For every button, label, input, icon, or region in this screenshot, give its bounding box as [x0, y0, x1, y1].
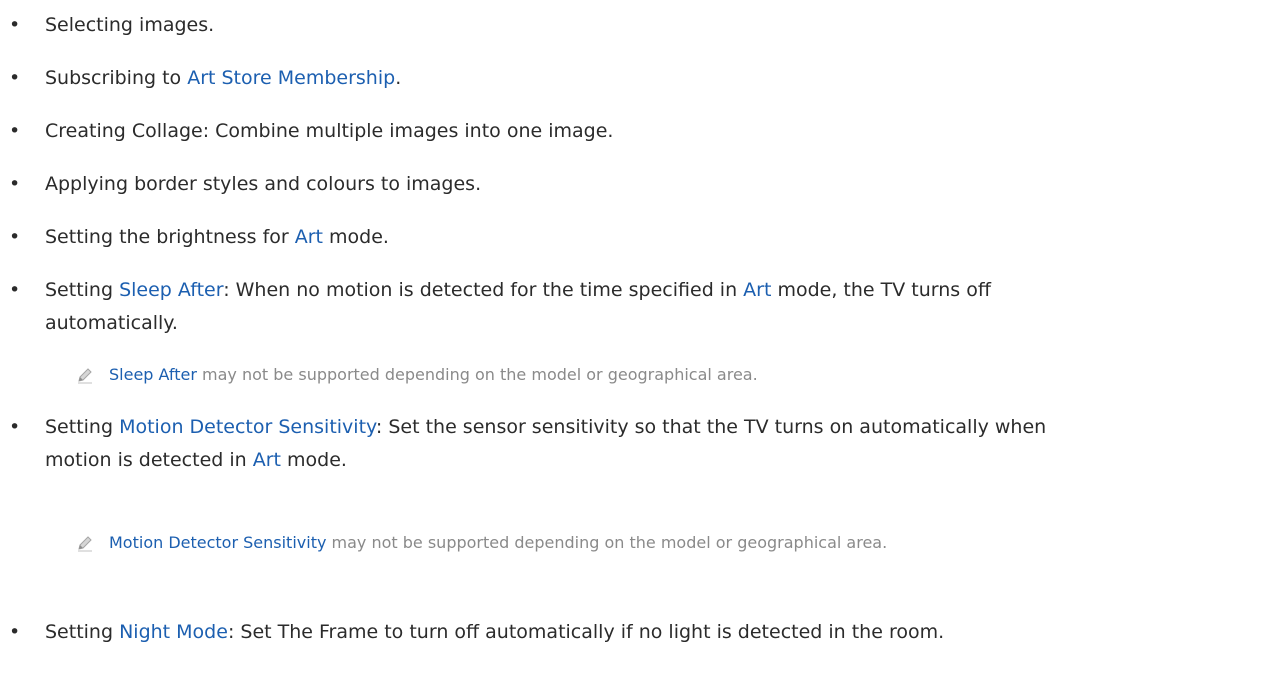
list-item-text-part: Creating Collage: Combine multiple image… [45, 120, 614, 142]
list-item-text-part: : When no motion is detected for the tim… [223, 279, 744, 301]
list-item-text: Applying border styles and colours to im… [45, 168, 1260, 201]
motion-detector-sensitivity-link[interactable]: Motion Detector Sensitivity [119, 416, 376, 438]
list-item-text: Setting Night Mode: Set The Frame to tur… [45, 616, 1260, 649]
bullet-icon: • [9, 226, 21, 248]
note-text-part: may not be supported depending on the mo… [196, 365, 758, 384]
list-item: • Creating Collage: Combine multiple ima… [0, 115, 1260, 148]
list-item: • Setting the brightness for Art mode. [0, 221, 1260, 254]
bullet-icon: • [9, 120, 21, 142]
list-item-text: Creating Collage: Combine multiple image… [45, 115, 1260, 148]
list-item-text: Selecting images. [45, 9, 1260, 42]
list-item-text-part: Selecting images. [45, 14, 215, 36]
note-text-part: may not be supported depending on the mo… [326, 533, 888, 552]
list-item-text-line2: motion is detected in Art mode. [45, 444, 1260, 477]
bullet-icon: • [9, 279, 21, 301]
list-item-text-part: Setting [45, 416, 120, 438]
list-item: • Setting Sleep After: When no motion is… [0, 274, 1260, 340]
document-page: • Selecting images. • Subscribing to Art… [0, 0, 1274, 675]
list-item-text-part: motion is detected in [45, 449, 253, 471]
list-item-text-part: Setting [45, 621, 120, 643]
list-item-text: Setting Sleep After: When no motion is d… [45, 274, 1260, 307]
sleep-after-link[interactable]: Sleep After [109, 365, 197, 384]
note: Motion Detector Sensitivity may not be s… [0, 530, 1260, 556]
art-link[interactable]: Art [295, 226, 323, 248]
list-item-text-part: : Set The Frame to turn off automaticall… [227, 621, 945, 643]
note-text: Motion Detector Sensitivity may not be s… [109, 530, 1260, 556]
list-item: • Setting Motion Detector Sensitivity: S… [0, 411, 1260, 477]
list-item-text-part: . [395, 67, 402, 89]
list-item: • Applying border styles and colours to … [0, 168, 1260, 201]
list-item-text-line2: automatically. [45, 307, 1260, 340]
list-item: • Subscribing to Art Store Membership. [0, 62, 1260, 95]
art-link[interactable]: Art [253, 449, 281, 471]
art-link[interactable]: Art [743, 279, 771, 301]
list-item-text-part: automatically. [45, 312, 178, 334]
pencil-icon [78, 368, 92, 384]
sleep-after-link[interactable]: Sleep After [119, 279, 223, 301]
list-item-text: Subscribing to Art Store Membership. [45, 62, 1260, 95]
bullet-icon: • [9, 416, 21, 438]
list-item-text-part: mode. [323, 226, 389, 248]
night-mode-link[interactable]: Night Mode [119, 621, 228, 643]
motion-detector-sensitivity-link[interactable]: Motion Detector Sensitivity [109, 533, 326, 552]
list-item: • Setting Night Mode: Set The Frame to t… [0, 616, 1260, 649]
note-text: Sleep After may not be supported dependi… [109, 362, 1260, 388]
list-item-text: Setting Motion Detector Sensitivity: Set… [45, 411, 1260, 444]
list-item-text: Setting the brightness for Art mode. [45, 221, 1260, 254]
list-item: • Selecting images. [0, 9, 1260, 42]
list-item-text-part: mode. [281, 449, 347, 471]
art-store-membership-link[interactable]: Art Store Membership [187, 67, 395, 89]
note: Sleep After may not be supported dependi… [0, 362, 1260, 388]
bullet-icon: • [9, 173, 21, 195]
bullet-icon: • [9, 14, 21, 36]
list-item-text-part: Setting [45, 279, 120, 301]
list-item-text-part: Applying border styles and colours to im… [45, 173, 482, 195]
bullet-icon: • [9, 67, 21, 89]
list-item-text-part: : Set the sensor sensitivity so that the… [375, 416, 1047, 438]
bullet-icon: • [9, 621, 21, 643]
list-item-text-part: mode, the TV turns off [771, 279, 991, 301]
list-item-text-part: Setting the brightness for [45, 226, 295, 248]
list-item-text-part: Subscribing to [45, 67, 188, 89]
pencil-icon [78, 536, 92, 552]
